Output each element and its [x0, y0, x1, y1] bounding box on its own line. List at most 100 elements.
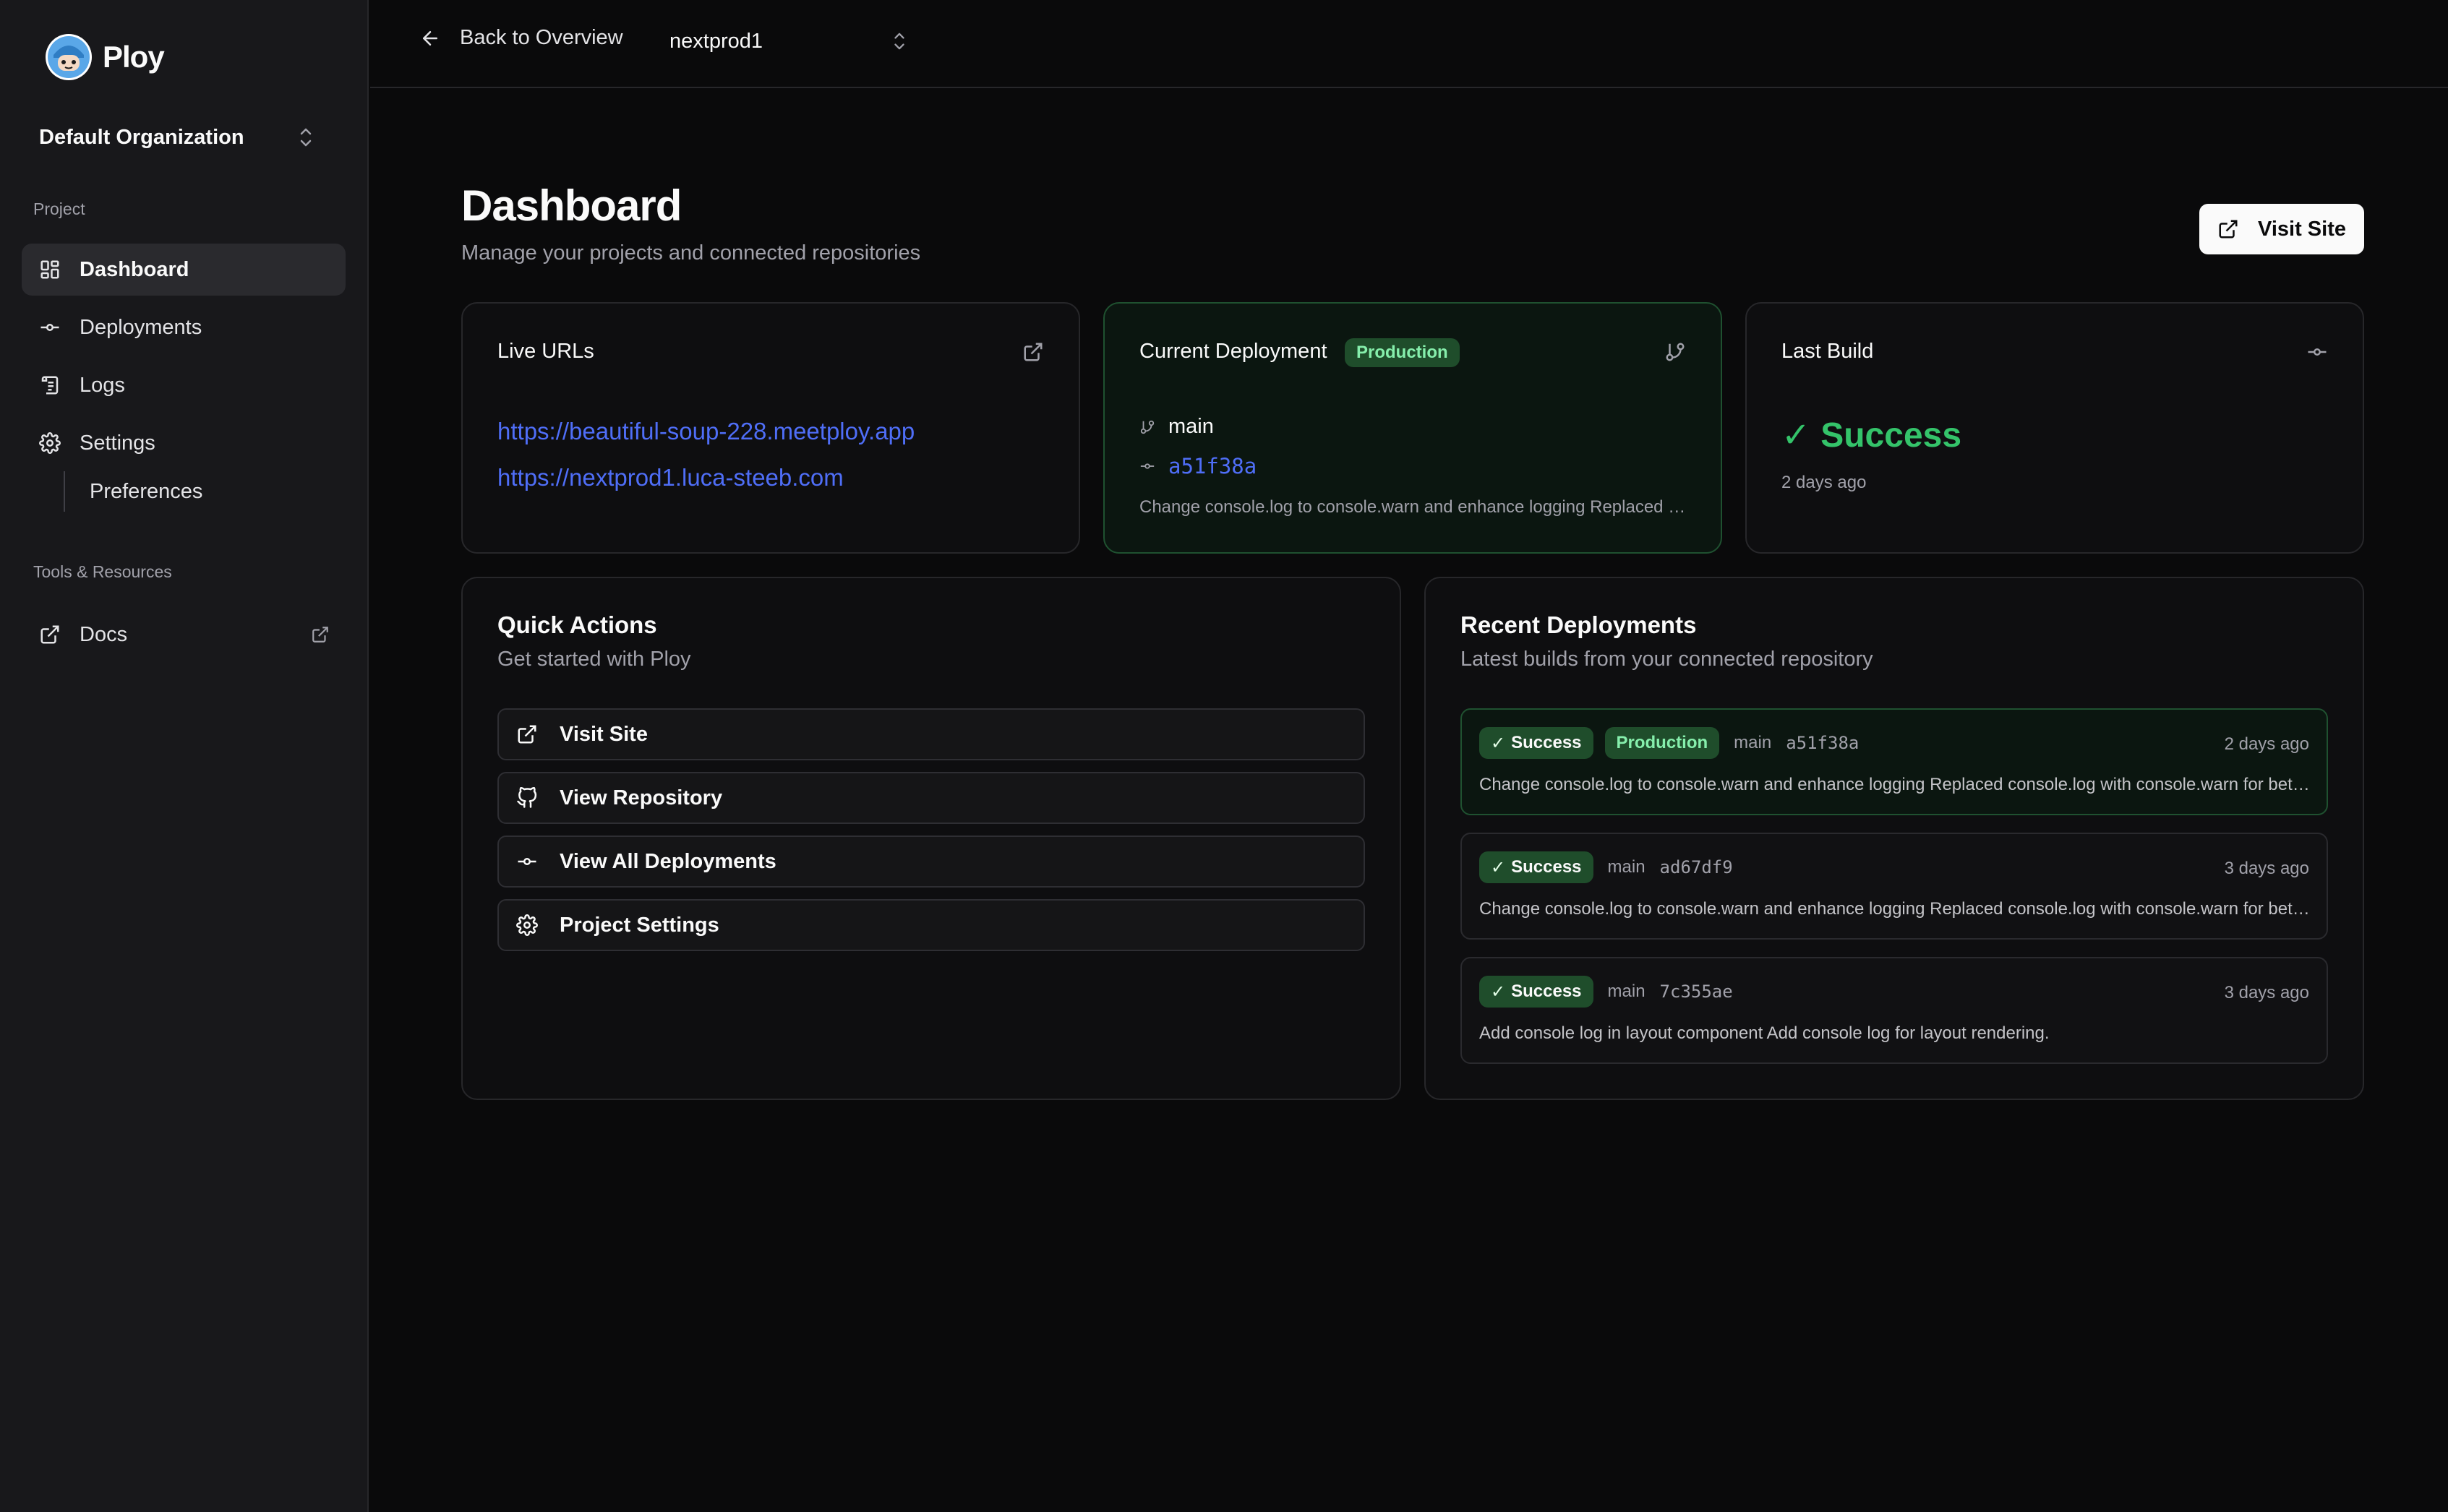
sidebar-item-label: Deployments — [80, 315, 202, 339]
organization-name: Default Organization — [39, 125, 244, 149]
sidebar-item-docs[interactable]: Docs — [22, 609, 346, 661]
git-branch-icon — [1666, 343, 1685, 361]
git-commit-icon — [1140, 463, 1155, 469]
scroll-text-icon — [38, 373, 62, 398]
deployment-meta: ✓ Success main ad67df9 — [1479, 851, 1733, 883]
status-badge: ✓ Success — [1479, 727, 1593, 759]
back-to-overview-link[interactable]: Back to Overview — [419, 26, 623, 50]
status-text: Success — [1511, 733, 1582, 752]
dashboard-icon — [38, 257, 62, 282]
branch-name: main — [1168, 415, 1214, 438]
build-status-text: Success — [1820, 416, 1962, 455]
gear-icon — [38, 431, 62, 455]
section-label-project: Project — [33, 199, 85, 218]
quick-action-label: View All Deployments — [560, 849, 776, 873]
git-commit-icon — [2308, 348, 2327, 356]
deployment-commit: a51f38a — [1139, 454, 1257, 478]
card-title: Last Build — [1781, 340, 1874, 363]
recent-deployments-card: Recent Deployments Latest builds from yo… — [1424, 577, 2364, 1100]
status-badge: ✓ Success — [1479, 976, 1593, 1008]
build-time: 2 days ago — [1781, 473, 1867, 492]
deployment-list-item[interactable]: ✓ Success main ad67df9 3 days ago Change … — [1460, 833, 2328, 940]
quick-action-view-all-deployments[interactable]: View All Deployments — [497, 836, 1365, 888]
chevron-up-down-icon — [300, 128, 312, 147]
sidebar-item-deployments[interactable]: Deployments — [22, 301, 346, 353]
git-commit-icon — [518, 858, 536, 865]
top-bar: Back to Overview nextprod1 — [370, 0, 2448, 88]
deployment-branch: main — [1607, 857, 1645, 877]
deployment-hash: ad67df9 — [1659, 857, 1733, 877]
sidebar-item-logs[interactable]: Logs — [22, 359, 346, 411]
project-name: nextprod1 — [669, 29, 763, 53]
sidebar-item-label: Settings — [80, 431, 155, 455]
card-title: Current Deployment — [1139, 340, 1327, 363]
quick-action-label: Project Settings — [560, 913, 719, 937]
app-root: Ploy Default Organization Project Dashbo… — [0, 0, 2448, 1512]
sidebar-item-label: Dashboard — [80, 257, 189, 281]
external-link-icon — [2219, 220, 2238, 239]
build-status: ✓ Success — [1781, 415, 1961, 455]
ploy-logo-icon — [46, 34, 92, 80]
deployment-message: Change console.log to console.warn and e… — [1479, 899, 2311, 919]
production-badge: Production — [1345, 338, 1460, 367]
brand[interactable]: Ploy — [45, 33, 165, 81]
arrow-left-icon — [423, 30, 437, 46]
commit-hash-link[interactable]: a51f38a — [1168, 454, 1257, 478]
quick-action-visit-site[interactable]: Visit Site — [497, 708, 1365, 760]
production-badge: Production — [1604, 727, 1720, 759]
live-url-link[interactable]: https://beautiful-soup-228.meetploy.app — [497, 418, 915, 445]
deployment-time: 2 days ago — [2224, 734, 2309, 754]
back-link-label: Back to Overview — [460, 26, 623, 49]
deployment-meta: ✓ Success Production main a51f38a — [1479, 727, 1859, 759]
brand-name: Ploy — [103, 40, 165, 74]
card-title: Quick Actions — [497, 611, 657, 638]
deployment-meta: ✓ Success main 7c355ae — [1479, 976, 1733, 1008]
github-icon — [517, 787, 537, 808]
project-switcher[interactable]: nextprod1 — [669, 23, 908, 59]
deployment-list-item[interactable]: ✓ Success Production main a51f38a 2 days … — [1460, 708, 2328, 815]
quick-action-project-settings[interactable]: Project Settings — [497, 899, 1365, 951]
live-urls-card: Live URLs https://beautiful-soup-228.mee… — [461, 302, 1080, 554]
deployment-branch: main — [1139, 415, 1214, 439]
sidebar-item-label: Docs — [80, 622, 128, 646]
sidebar-item-label: Preferences — [90, 479, 203, 503]
deployment-list-item[interactable]: ✓ Success main 7c355ae 3 days ago Add con… — [1460, 957, 2328, 1064]
external-link-icon — [38, 622, 62, 647]
live-url-link[interactable]: https://nextprod1.luca-steeb.com — [497, 464, 844, 491]
deployment-hash: 7c355ae — [1659, 981, 1733, 1002]
sidebar-item-settings[interactable]: Settings — [22, 417, 346, 469]
external-link-icon — [518, 725, 536, 744]
quick-actions-card: Quick Actions Get started with Ploy Visi… — [461, 577, 1401, 1100]
deployment-time: 3 days ago — [2224, 859, 2309, 878]
visit-site-button[interactable]: Visit Site — [2199, 204, 2364, 254]
quick-action-view-repository[interactable]: View Repository — [497, 772, 1365, 824]
organization-switcher[interactable]: Default Organization — [22, 116, 333, 159]
card-subtitle: Latest builds from your connected reposi… — [1460, 648, 1873, 671]
check-icon: ✓ — [1491, 733, 1506, 753]
status-badge: ✓ Success — [1479, 851, 1593, 883]
sidebar-item-preferences[interactable]: Preferences — [64, 471, 202, 512]
deployment-message: Add console log in layout component Add … — [1479, 1023, 2050, 1043]
deployment-branch: main — [1734, 733, 1772, 752]
gear-icon — [516, 914, 538, 936]
section-label-tools: Tools & Resources — [33, 562, 172, 581]
external-link-icon[interactable] — [1022, 341, 1044, 363]
status-text: Success — [1511, 857, 1582, 877]
current-deployment-card[interactable]: Current Deployment Production main a51f3… — [1103, 302, 1722, 554]
deployment-message: Change console.log to console.warn and e… — [1479, 775, 2311, 794]
page-title: Dashboard — [461, 181, 682, 230]
check-icon: ✓ — [1491, 981, 1506, 1002]
git-commit-icon — [38, 315, 62, 340]
card-title: Recent Deployments — [1460, 611, 1697, 638]
deployment-branch: main — [1607, 981, 1645, 1001]
commit-message: Change console.log to console.warn and e… — [1139, 497, 1689, 517]
card-subtitle: Get started with Ploy — [497, 648, 691, 671]
check-icon: ✓ — [1781, 416, 1811, 455]
sidebar-item-label: Logs — [80, 373, 125, 397]
sidebar-item-dashboard[interactable]: Dashboard — [22, 244, 346, 296]
check-icon: ✓ — [1491, 857, 1506, 877]
last-build-card: Last Build ✓ Success 2 days ago — [1745, 302, 2364, 554]
deployment-time: 3 days ago — [2224, 983, 2309, 1002]
visit-site-label: Visit Site — [2258, 217, 2346, 241]
external-link-icon — [312, 627, 328, 643]
